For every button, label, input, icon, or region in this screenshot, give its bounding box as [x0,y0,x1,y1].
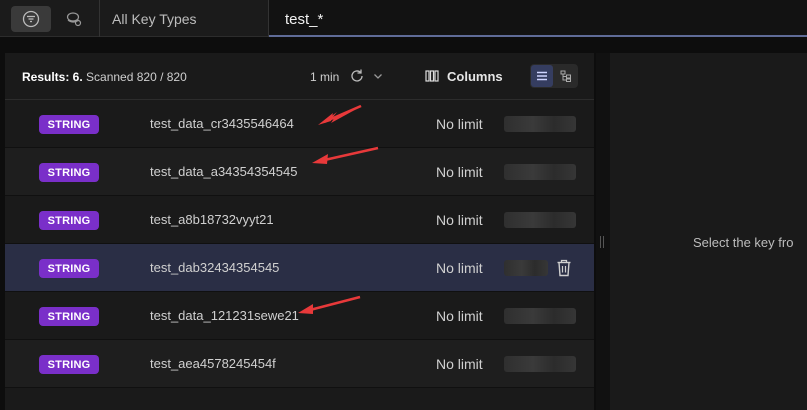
key-list-panel: Results: 6. Scanned 820 / 820 1 min Colu… [5,53,594,410]
key-detail-panel: Select the key fro [610,53,807,410]
key-name: test_a8b18732vyyt21 [150,212,274,227]
table-row-selected[interactable]: STRING test_dab32434354545 No limit [5,244,594,292]
list-view-icon[interactable] [531,65,553,87]
key-table: STRING test_data_cr3435546464 No limit S… [5,100,594,388]
refresh-icon[interactable] [349,68,365,84]
table-row[interactable]: STRING test_data_a34354354545 No limit [5,148,594,196]
divider [99,0,100,37]
ttl-value: No limit [436,212,483,228]
columns-label: Columns [447,68,503,84]
type-badge: STRING [39,211,99,230]
columns-icon [425,70,439,82]
type-badge: STRING [39,259,99,278]
size-placeholder [504,260,548,276]
results-summary: Results: 6. Scanned 820 / 820 [22,70,187,84]
ttl-value: No limit [436,116,483,132]
resize-grip-icon [600,236,604,248]
type-badge: STRING [39,163,99,182]
trash-icon[interactable] [556,259,572,277]
tree-view-icon[interactable] [555,65,577,87]
size-placeholder [504,308,576,324]
key-name: test_dab32434354545 [150,260,280,275]
list-header: Results: 6. Scanned 820 / 820 1 min Colu… [5,53,594,100]
results-count: Results: 6. [22,70,83,84]
table-row[interactable]: STRING test_data_121231sewe21 No limit [5,292,594,340]
chevron-down-icon[interactable] [372,70,384,82]
key-name: test_aea4578245454f [150,356,276,371]
table-row[interactable]: STRING test_aea4578245454f No limit [5,340,594,388]
size-placeholder [504,116,576,132]
refresh-interval: 1 min [310,70,340,84]
key-name: test_data_cr3435546464 [150,116,294,131]
key-name: test_data_a34354354545 [150,164,298,179]
filter-icon[interactable] [11,6,51,32]
panel-resizer[interactable] [596,53,610,410]
table-row[interactable]: STRING test_a8b18732vyyt21 No limit [5,196,594,244]
key-name: test_data_121231sewe21 [150,308,299,323]
view-toggle [530,64,578,88]
ttl-value: No limit [436,164,483,180]
key-type-dropdown[interactable]: All Key Types [112,11,197,27]
type-badge: STRING [39,307,99,326]
ttl-value: No limit [436,308,483,324]
empty-detail-hint: Select the key fro [693,235,794,250]
search-bar [269,0,807,37]
size-placeholder [504,356,576,372]
size-placeholder [504,212,576,228]
type-badge: STRING [39,115,99,134]
table-row[interactable]: STRING test_data_cr3435546464 No limit [5,100,594,148]
columns-button[interactable]: Columns [425,67,503,85]
ttl-value: No limit [436,356,483,372]
search-mode-icon[interactable] [58,6,90,32]
ttl-value: No limit [436,260,483,276]
size-placeholder [504,164,576,180]
type-badge: STRING [39,355,99,374]
search-input[interactable] [285,9,785,29]
scanned-count: Scanned 820 / 820 [86,70,187,84]
